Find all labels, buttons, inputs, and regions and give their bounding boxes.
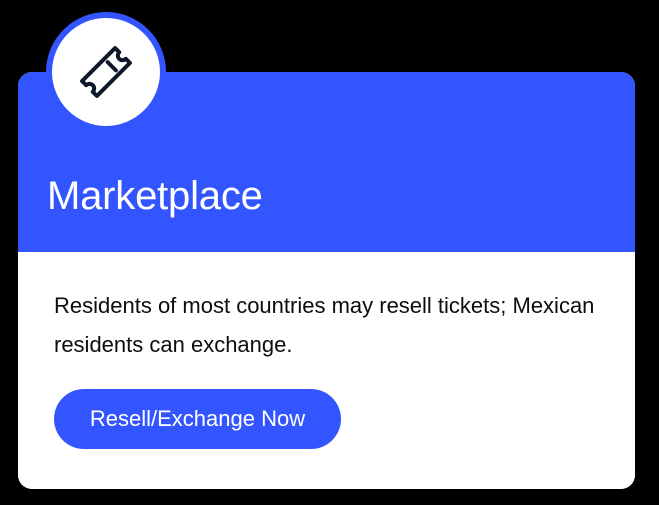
icon-badge-inner [52,18,160,126]
icon-badge [46,12,166,132]
marketplace-card: Marketplace Residents of most countries … [18,72,635,489]
card-description: Residents of most countries may resell t… [54,293,595,357]
card-body: Residents of most countries may resell t… [18,252,635,489]
card-title: Marketplace [47,174,263,218]
ticket-icon [80,46,132,98]
resell-exchange-button[interactable]: Resell/Exchange Now [54,389,341,449]
